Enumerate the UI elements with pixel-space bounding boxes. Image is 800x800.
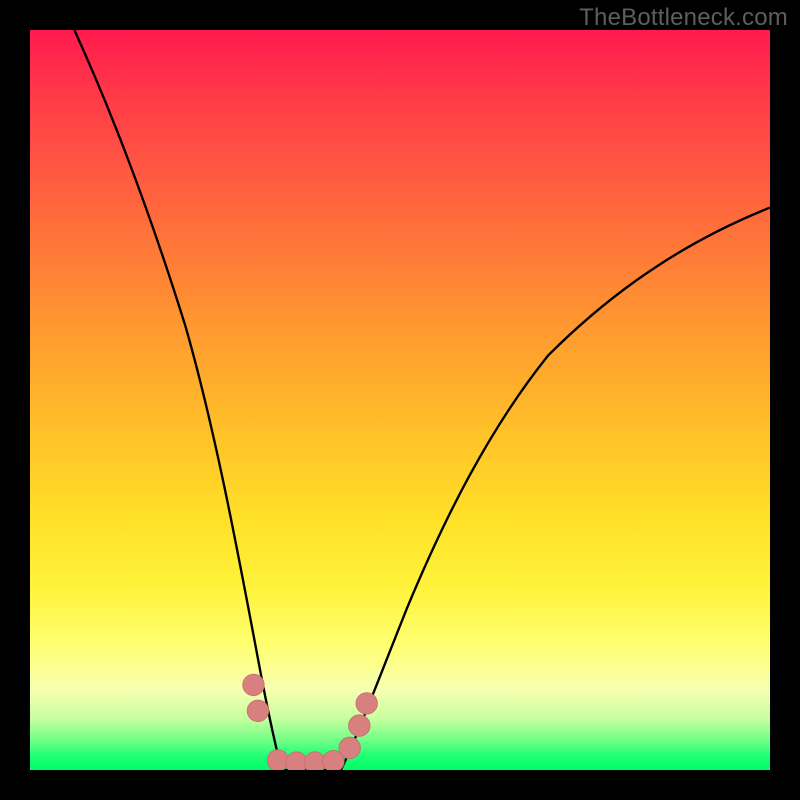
fit-markers — [243, 674, 378, 770]
watermark-text: TheBottleneck.com — [579, 4, 788, 32]
left-curve — [74, 30, 281, 770]
plot-area — [30, 30, 770, 770]
chart-frame: TheBottleneck.com — [0, 0, 800, 800]
right-curve — [341, 208, 770, 770]
curves-layer — [30, 30, 770, 770]
